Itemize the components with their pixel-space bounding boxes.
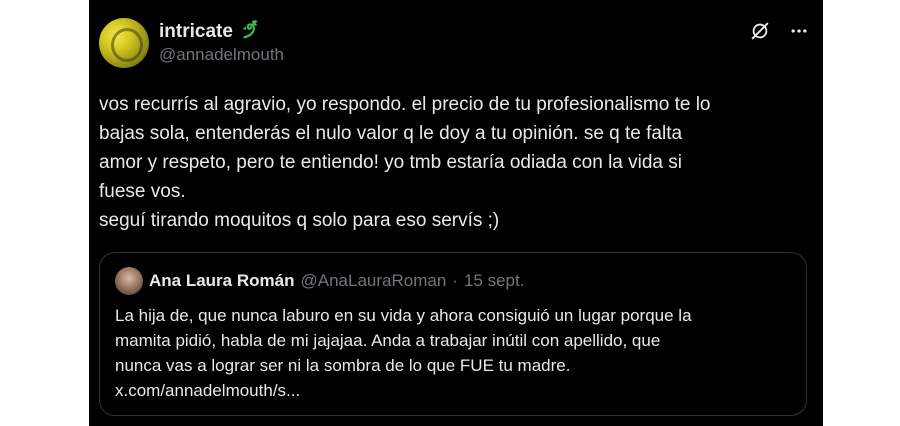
grok-icon[interactable] [749, 20, 771, 47]
tweet-text: vos recurrís al agravio, yo respondo. el… [99, 94, 711, 231]
avatar[interactable] [99, 18, 149, 68]
dragon-icon [239, 18, 261, 45]
more-options-icon[interactable] [789, 21, 809, 46]
author-handle[interactable]: @annadelmouth [159, 45, 284, 65]
author-display-name[interactable]: intricate [159, 21, 233, 43]
quoted-date: 15 sept. [463, 271, 525, 290]
quoted-header: Ana Laura Román @AnaLauraRoman · 15 sept… [115, 267, 524, 295]
quoted-text: La hija de, que nunca laburo en su vida … [115, 306, 692, 400]
tweet-actions [749, 20, 809, 47]
quoted-display-name: Ana Laura Román [149, 271, 295, 290]
quoted-avatar [115, 267, 143, 295]
quoted-handle: @AnaLauraRoman [300, 271, 447, 290]
author-name-row: intricate [159, 18, 261, 45]
quoted-tweet[interactable]: Ana Laura Román @AnaLauraRoman · 15 sept… [99, 252, 807, 416]
tweet-card: intricate @annadelmouth vos recurrís al … [89, 0, 823, 426]
quoted-separator: · [452, 271, 458, 290]
